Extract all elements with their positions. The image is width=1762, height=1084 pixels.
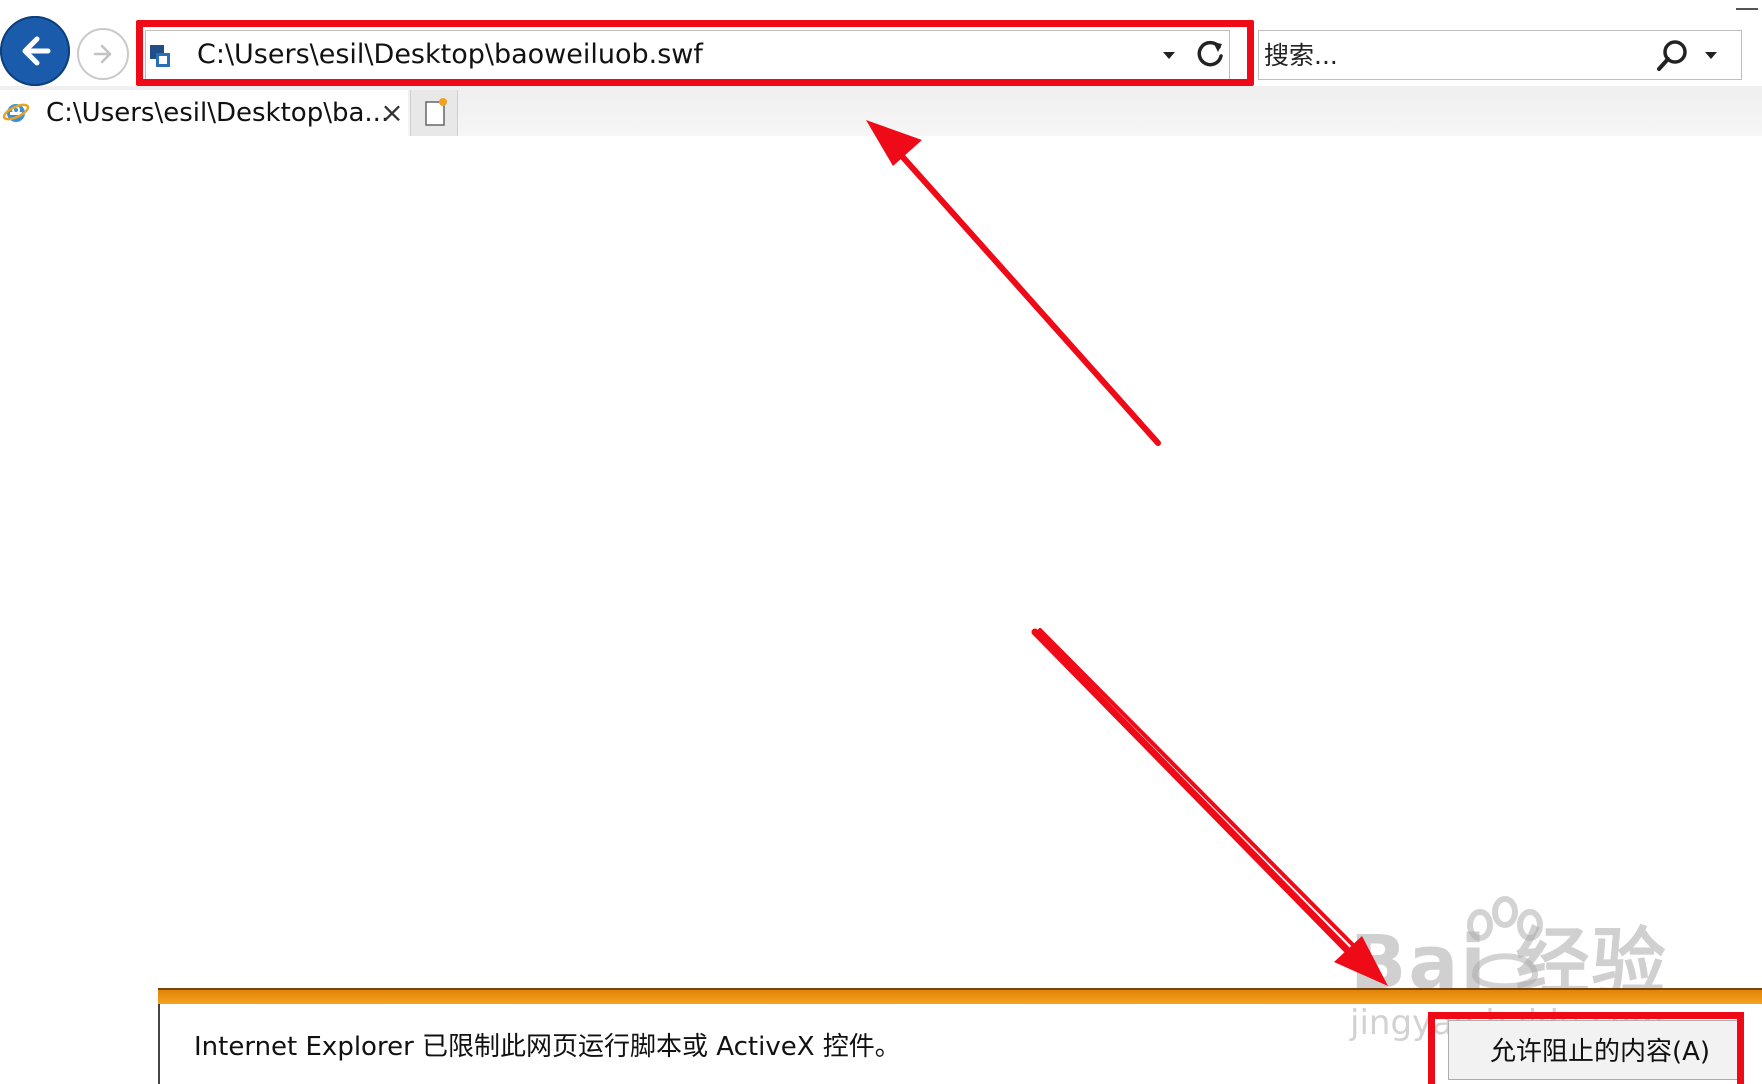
- window-minimize-control[interactable]: [1736, 0, 1758, 10]
- new-tab-button[interactable]: [410, 90, 458, 136]
- forward-button[interactable]: [77, 28, 129, 80]
- back-button[interactable]: [0, 16, 70, 86]
- ie-logo-icon: [2, 103, 30, 122]
- notification-message: Internet Explorer 已限制此网页运行脚本或 ActiveX 控件…: [194, 1032, 901, 1062]
- search-options-chevron-icon[interactable]: [1700, 44, 1722, 66]
- allow-button-highlight-box: [1428, 1012, 1744, 1084]
- new-tab-icon: [425, 98, 447, 126]
- tab-close-button[interactable]: ×: [378, 96, 406, 130]
- address-highlight-box: [136, 20, 1254, 86]
- tab-label[interactable]: C:\Users\esil\Desktop\ba...: [46, 94, 389, 132]
- forward-arrow-icon: [93, 44, 112, 64]
- search-icon[interactable]: [1655, 38, 1691, 74]
- search-input[interactable]: 搜索...: [1264, 36, 1338, 76]
- back-arrow-icon: [22, 36, 51, 66]
